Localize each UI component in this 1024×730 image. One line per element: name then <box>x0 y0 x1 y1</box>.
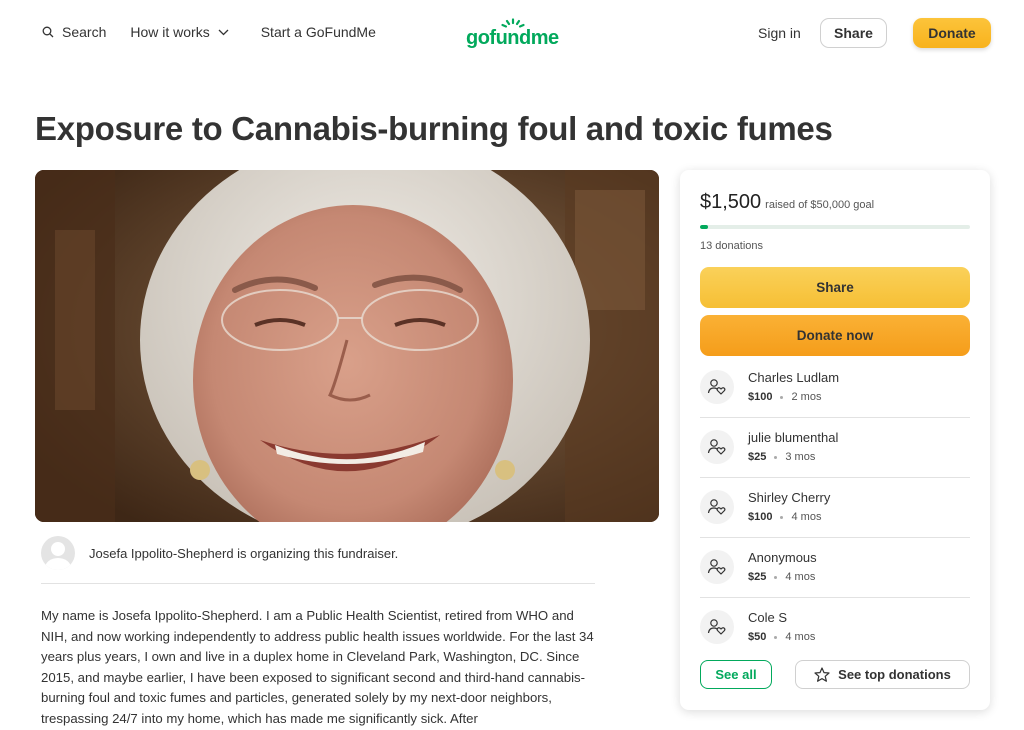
donation-item: julie blumenthal $25 3 mos <box>700 418 970 478</box>
see-all-button[interactable]: See all <box>700 660 772 689</box>
how-it-works-menu[interactable]: How it works <box>130 24 236 40</box>
start-gofundme-label: Start a GoFundMe <box>260 24 376 40</box>
star-icon <box>814 667 830 682</box>
nav-left: Search How it works Start a GoFundMe <box>42 24 400 40</box>
gofundme-logo[interactable]: gofundme <box>466 18 560 50</box>
donor-name: julie blumenthal <box>748 430 839 445</box>
donate-now-button[interactable]: Donate now <box>700 315 970 356</box>
donor-heart-icon <box>700 370 734 404</box>
campaign-story: My name is Josefa Ippolito-Shepherd. I a… <box>41 608 594 726</box>
site-header: Search How it works Start a GoFundMe gof… <box>0 0 1024 66</box>
organizer-row: Josefa Ippolito-Shepherd is organizing t… <box>41 536 595 584</box>
donor-name: Cole S <box>748 610 788 625</box>
donor-name: Charles Ludlam <box>748 370 840 385</box>
donation-amount: $100 <box>748 391 773 403</box>
donor-meta: $100 2 mos <box>748 391 821 403</box>
search-icon <box>42 26 54 38</box>
chevron-down-icon <box>218 29 229 35</box>
campaign-photo <box>35 170 659 522</box>
page-title: Exposure to Cannabis-burning foul and to… <box>35 110 833 147</box>
donor-name: Shirley Cherry <box>748 490 831 505</box>
header-share-button[interactable]: Share <box>820 18 887 48</box>
logo-text: gofundme <box>466 27 559 49</box>
search-label: Search <box>62 24 107 40</box>
donor-meta: $25 4 mos <box>748 571 815 583</box>
donor-heart-icon <box>700 550 734 584</box>
share-button[interactable]: Share <box>700 267 970 308</box>
see-top-donations-label: See top donations <box>838 667 951 682</box>
start-gofundme-link[interactable]: Start a GoFundMe <box>261 24 376 40</box>
donation-time: 4 mos <box>785 571 816 583</box>
goal-text: raised of $50,000 goal <box>765 199 875 211</box>
progress-bar <box>700 225 970 229</box>
separator-dot <box>780 515 784 519</box>
donation-item: Cole S $50 4 mos <box>700 598 970 658</box>
donation-time: 2 mos <box>791 391 822 403</box>
see-top-donations-button[interactable]: See top donations <box>795 660 970 689</box>
donation-list: Charles Ludlam $100 2 mos julie blumenthal $… <box>700 358 970 658</box>
donation-item: Charles Ludlam $100 2 mos <box>700 358 970 418</box>
donation-time: 3 mos <box>785 451 816 463</box>
search-link[interactable]: Search <box>42 24 106 40</box>
donation-amount: $25 <box>748 451 767 463</box>
organizer-text: Josefa Ippolito-Shepherd is organizing t… <box>89 546 399 561</box>
donation-amount: $50 <box>748 631 767 643</box>
donor-heart-icon <box>700 430 734 464</box>
separator-dot <box>780 395 784 399</box>
donation-item: Shirley Cherry $100 4 mos <box>700 478 970 538</box>
donation-item: Anonymous $25 4 mos <box>700 538 970 598</box>
donor-name: Anonymous <box>748 550 817 565</box>
donor-meta: $25 3 mos <box>748 451 815 463</box>
donation-amount: $25 <box>748 571 767 583</box>
header-donate-button[interactable]: Donate <box>913 18 991 48</box>
donor-meta: $50 4 mos <box>748 631 815 643</box>
separator-dot <box>774 635 778 639</box>
raised-amount: $1,500 <box>700 191 762 213</box>
donor-heart-icon <box>700 490 734 524</box>
donation-time: 4 mos <box>785 631 816 643</box>
donor-meta: $100 4 mos <box>748 511 821 523</box>
donation-amount: $100 <box>748 511 773 523</box>
organizer-avatar[interactable] <box>41 536 75 570</box>
progress-fill <box>700 225 709 229</box>
raised-summary: $1,500 raised of $50,000 goal <box>700 191 874 214</box>
donor-heart-icon <box>700 610 734 644</box>
how-it-works-label: How it works <box>130 24 210 40</box>
donation-time: 4 mos <box>791 511 822 523</box>
separator-dot <box>774 455 778 459</box>
donation-count: 13 donations <box>700 240 763 252</box>
separator-dot <box>774 575 778 579</box>
signin-link[interactable]: Sign in <box>758 25 801 41</box>
donation-sidebar: $1,500 raised of $50,000 goal 13 donatio… <box>680 170 990 710</box>
